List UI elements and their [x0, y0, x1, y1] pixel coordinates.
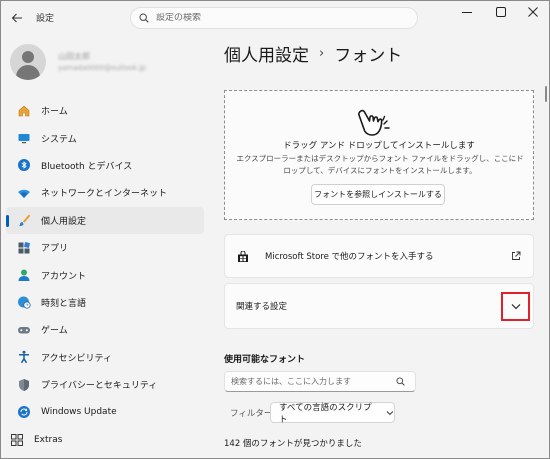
sidebar-item-label: ゲーム	[41, 326, 68, 337]
account-icon	[17, 268, 31, 282]
main-content: ドラッグ アンド ドロップしてインストールします エクスプローラーまたはデスクト…	[224, 76, 534, 459]
home-icon	[17, 104, 31, 118]
settings-search-box[interactable]	[130, 7, 418, 29]
sidebar-nav: ホーム システム Bluetooth とデバイス ネットワークとインターネット …	[6, 97, 204, 426]
chevron-down-icon	[386, 410, 394, 415]
search-icon	[396, 377, 405, 386]
sidebar-item-label: アカウント	[41, 271, 87, 282]
related-settings-expand-button[interactable]	[501, 292, 530, 321]
search-icon	[139, 13, 149, 23]
title-bar: 設定	[0, 0, 550, 36]
bluetooth-icon	[17, 158, 31, 172]
browse-install-fonts-button[interactable]: フォントを参照しインストールする	[311, 184, 445, 205]
related-settings-section[interactable]: 関連する設定	[224, 283, 534, 329]
filter-selected-value: すべての言語のスクリプト	[279, 402, 372, 425]
available-fonts-heading: 使用可能なフォント	[224, 355, 306, 365]
wifi-icon	[17, 186, 31, 200]
sidebar-item-apps[interactable]: アプリ	[6, 234, 204, 261]
store-link-label: Microsoft Store で他のフォントを入手する	[265, 252, 434, 262]
profile-email: yamada0000@outlook.jp	[58, 64, 146, 72]
maximize-button[interactable]	[484, 0, 518, 24]
sidebar-item-accounts[interactable]: アカウント	[6, 261, 204, 288]
avatar	[10, 44, 46, 80]
drop-zone-description: エクスプローラーまたはデスクトップからフォント ファイルをドラッグし、ここにドロ…	[236, 154, 524, 175]
back-button[interactable]	[6, 7, 28, 29]
font-count-status: 142 個のフォントが見つかりました	[224, 439, 362, 449]
microsoft-store-fonts-link[interactable]: Microsoft Store で他のフォントを入手する	[224, 234, 534, 278]
back-arrow-icon	[11, 13, 22, 23]
globe-clock-icon	[17, 295, 31, 310]
breadcrumb-separator: ›	[319, 46, 325, 61]
apps-icon	[17, 241, 31, 255]
sidebar-item-label: 時刻と言語	[41, 298, 87, 309]
font-search-input[interactable]	[231, 377, 396, 386]
minimize-icon	[462, 12, 472, 13]
minimize-button[interactable]	[450, 0, 484, 24]
sidebar-item-label: アクセシビリティ	[41, 353, 113, 364]
sidebar-item-system[interactable]: システム	[6, 124, 204, 151]
maximize-icon	[496, 7, 506, 17]
settings-search-input[interactable]	[156, 13, 396, 23]
brush-icon	[17, 213, 31, 227]
shield-icon	[17, 378, 31, 392]
app-title: 設定	[36, 14, 55, 24]
sidebar-item-personalization[interactable]: 個人用設定	[6, 206, 204, 234]
update-icon	[17, 405, 31, 419]
sidebar-item-gaming[interactable]: ゲーム	[6, 316, 204, 343]
hand-pointer-icon	[358, 109, 390, 136]
sidebar-item-label: ホーム	[41, 107, 68, 118]
sidebar-item-label: システム	[41, 134, 77, 145]
sidebar-item-time-language[interactable]: 時刻と言語	[6, 289, 204, 316]
close-button[interactable]	[516, 0, 550, 24]
breadcrumb-parent[interactable]: 個人用設定	[224, 41, 309, 66]
sidebar-item-label: アプリ	[41, 244, 69, 255]
extras-label: Extras	[34, 435, 63, 445]
sidebar-item-label: 個人用設定	[41, 216, 87, 227]
sidebar-item-label: Bluetooth とデバイス	[41, 161, 133, 172]
sidebar-item-privacy[interactable]: プライバシーとセキュリティ	[6, 371, 204, 398]
store-icon	[238, 251, 248, 262]
external-link-icon	[512, 251, 521, 260]
sidebar-item-label: Windows Update	[41, 406, 117, 417]
font-search-box[interactable]	[224, 371, 416, 392]
sidebar-item-accessibility[interactable]: アクセシビリティ	[6, 344, 204, 371]
profile-name: 山田太郎	[58, 52, 90, 61]
sidebar-item-windows-update[interactable]: Windows Update	[6, 398, 204, 425]
page-title: フォント	[334, 46, 403, 66]
sidebar-item-home[interactable]: ホーム	[6, 97, 204, 124]
sidebar-item-network[interactable]: ネットワークとインターネット	[6, 179, 204, 206]
breadcrumb: 個人用設定 › フォント	[224, 41, 402, 66]
gamepad-icon	[17, 323, 31, 337]
sidebar-item-bluetooth[interactable]: Bluetooth とデバイス	[6, 152, 204, 179]
system-icon	[17, 131, 31, 145]
sidebar-item-extras[interactable]: Extras	[10, 429, 62, 451]
user-profile[interactable]: 山田太郎 yamada0000@outlook.jp	[10, 44, 200, 80]
related-settings-label: 関連する設定	[236, 302, 288, 312]
chevron-down-icon	[511, 304, 520, 310]
close-icon	[528, 7, 538, 17]
language-script-filter-dropdown[interactable]: すべての言語のスクリプト	[270, 402, 395, 425]
extras-grid-icon	[10, 433, 24, 447]
sidebar-item-label: プライバシーとセキュリティ	[41, 381, 158, 392]
sidebar-item-label: ネットワークとインターネット	[41, 189, 168, 200]
font-drop-zone[interactable]: ドラッグ アンド ドロップしてインストールします エクスプローラーまたはデスクト…	[224, 90, 534, 220]
drop-zone-title: ドラッグ アンド ドロップしてインストールします	[283, 141, 475, 151]
accessibility-icon	[17, 350, 31, 364]
filter-label: フィルター:	[230, 409, 276, 419]
scrollbar-thumb[interactable]	[545, 86, 547, 102]
